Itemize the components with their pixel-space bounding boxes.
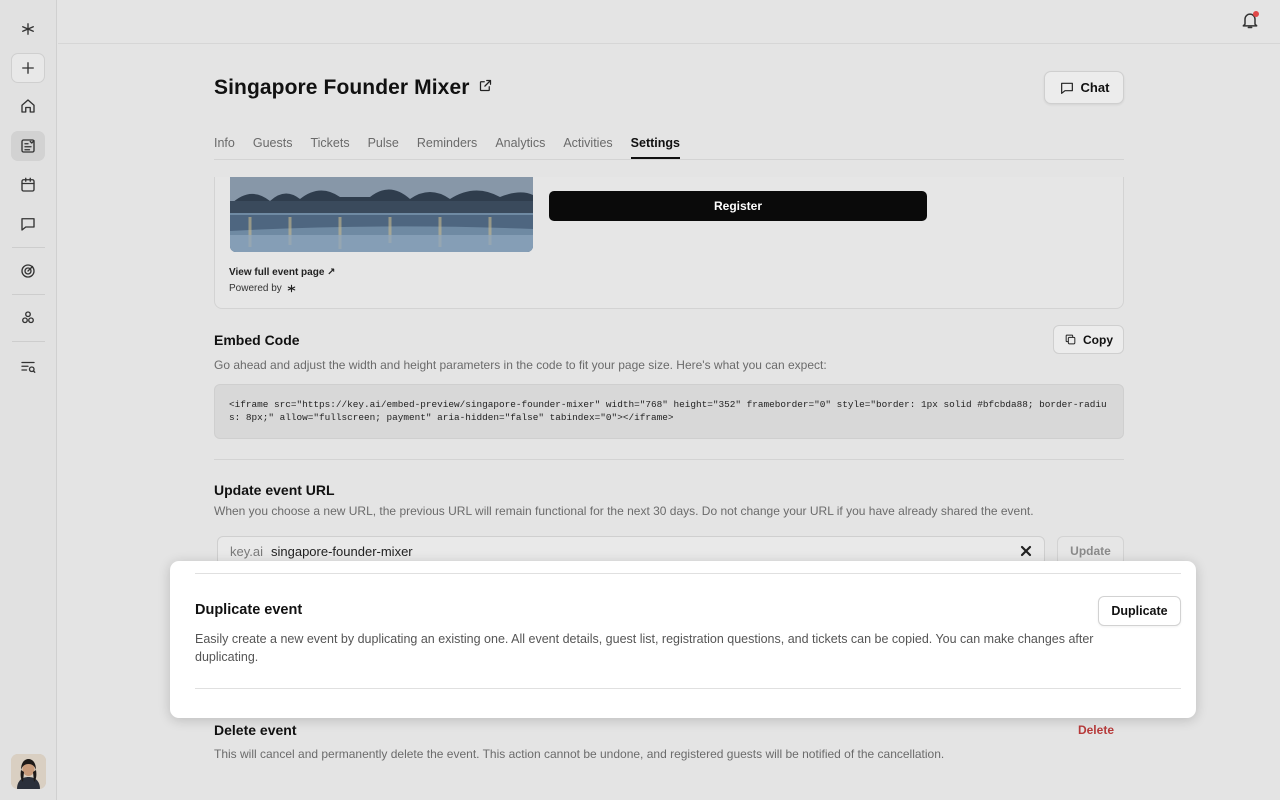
notification-dot: [1253, 11, 1259, 17]
update-url-description: When you choose a new URL, the previous …: [214, 504, 1034, 518]
plus-icon: [22, 62, 34, 74]
copy-button[interactable]: Copy: [1053, 325, 1124, 354]
card-divider: [195, 573, 1181, 574]
event-cover-image: [230, 177, 533, 252]
sidebar: [0, 0, 57, 800]
topbar: [58, 0, 1280, 44]
tabs: Info Guests Tickets Pulse Reminders Anal…: [214, 136, 1124, 160]
tab-pulse[interactable]: Pulse: [368, 136, 399, 159]
embed-preview-card: Register View full event page ↗ Powered …: [214, 177, 1124, 309]
register-button[interactable]: Register: [549, 191, 927, 221]
copy-button-label: Copy: [1083, 332, 1113, 347]
card-divider: [195, 688, 1181, 689]
chat-button[interactable]: Chat: [1044, 71, 1124, 104]
duplicate-event-heading: Duplicate event: [195, 602, 303, 618]
embed-code-block[interactable]: <iframe src="https://key.ai/embed-previe…: [214, 384, 1124, 439]
tab-tickets[interactable]: Tickets: [310, 136, 349, 159]
notifications-button[interactable]: [1240, 10, 1260, 32]
chat-button-label: Chat: [1080, 80, 1110, 95]
duplicate-event-card: Duplicate event Duplicate Easily create …: [170, 561, 1196, 718]
chat-icon[interactable]: [11, 209, 45, 239]
view-full-event-link[interactable]: View full event page ↗: [229, 267, 336, 278]
events-icon[interactable]: [11, 131, 45, 161]
section-divider: [214, 459, 1124, 460]
page-title: Singapore Founder Mixer: [214, 76, 470, 99]
title-row: Singapore Founder Mixer: [214, 76, 493, 100]
search-list-icon[interactable]: [11, 352, 45, 382]
tab-reminders[interactable]: Reminders: [417, 136, 477, 159]
delete-event-description: This will cancel and permanently delete …: [214, 747, 945, 761]
powered-by: Powered by: [229, 283, 297, 294]
avatar[interactable]: [11, 754, 46, 789]
tab-settings[interactable]: Settings: [630, 136, 680, 159]
logo-icon: [287, 284, 296, 293]
integrations-icon[interactable]: [11, 303, 45, 333]
tab-guests[interactable]: Guests: [253, 136, 293, 159]
sidebar-divider: [12, 247, 45, 248]
url-prefix: key.ai: [230, 543, 263, 559]
sidebar-divider: [12, 341, 45, 342]
create-button[interactable]: [11, 53, 45, 83]
duplicate-event-description: Easily create a new event by duplicating…: [195, 632, 1094, 664]
home-icon[interactable]: [11, 91, 45, 121]
tab-activities[interactable]: Activities: [563, 136, 612, 159]
external-link-icon[interactable]: [478, 78, 493, 98]
insights-icon[interactable]: [11, 256, 45, 286]
calendar-icon[interactable]: [11, 170, 45, 200]
logo-icon[interactable]: [11, 14, 45, 44]
copy-icon: [1065, 334, 1076, 345]
sidebar-divider: [12, 294, 45, 295]
update-url-heading: Update event URL: [214, 482, 335, 498]
embed-code-description: Go ahead and adjust the width and height…: [214, 358, 827, 372]
clear-icon[interactable]: [1020, 545, 1032, 560]
url-slug-value[interactable]: singapore-founder-mixer: [271, 544, 413, 559]
powered-by-label: Powered by: [229, 283, 282, 294]
delete-event-heading: Delete event: [214, 722, 297, 738]
delete-event-button[interactable]: Delete: [1078, 723, 1114, 737]
embed-code-heading: Embed Code: [214, 332, 300, 348]
duplicate-button[interactable]: Duplicate: [1098, 596, 1181, 626]
tab-info[interactable]: Info: [214, 136, 235, 159]
tab-analytics[interactable]: Analytics: [495, 136, 545, 159]
chat-bubble-icon: [1060, 82, 1073, 94]
